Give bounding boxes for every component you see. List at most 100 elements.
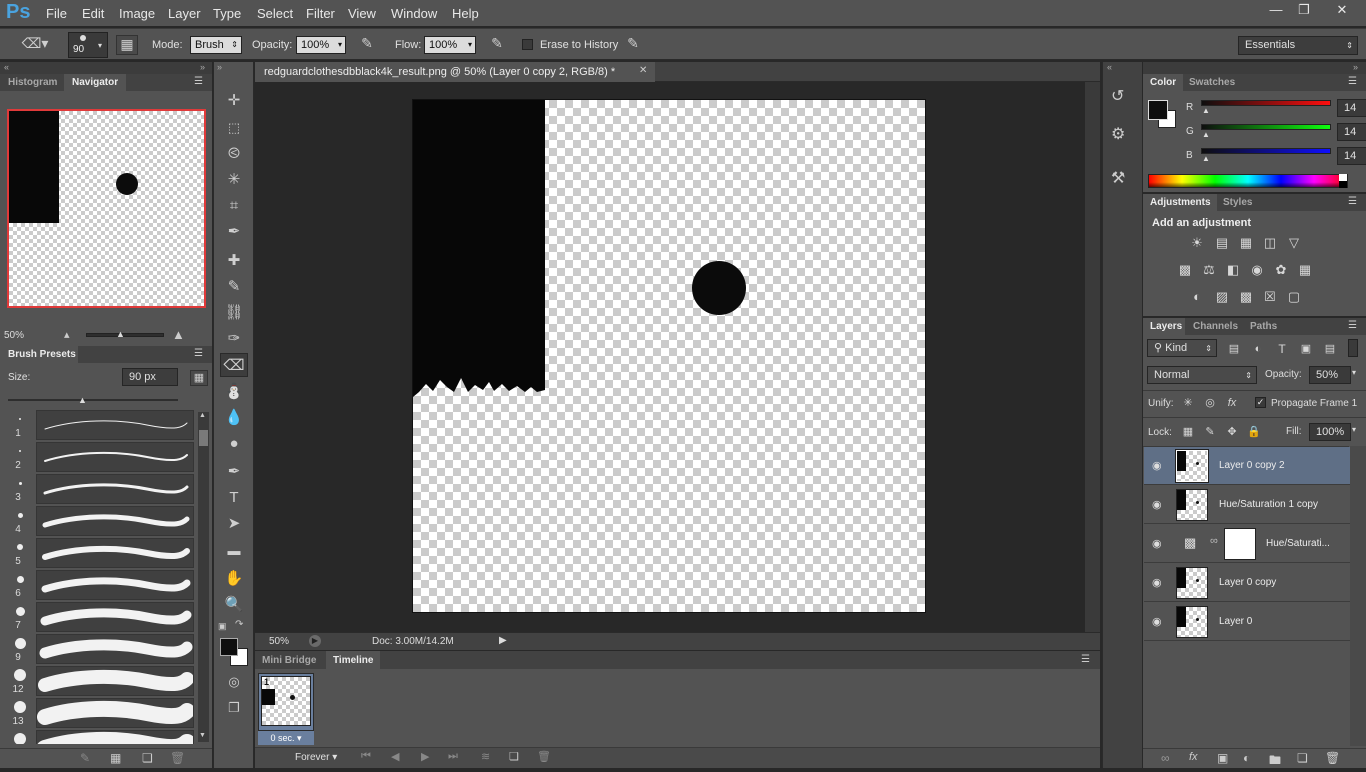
color-balance-icon[interactable]: ⚖: [1200, 262, 1218, 278]
spectrum-black-swatch[interactable]: [1339, 181, 1347, 188]
status-info-icon[interactable]: ▶: [309, 635, 321, 647]
filter-smart-object-icon[interactable]: ▤: [1321, 341, 1339, 357]
rectangle-tool-icon[interactable]: ▬: [220, 539, 248, 563]
brush-tool-icon[interactable]: ✎: [220, 275, 248, 299]
tab-paths[interactable]: Paths: [1250, 321, 1277, 332]
filter-toggle[interactable]: [1348, 339, 1358, 357]
brush-preset-item[interactable]: 3: [8, 474, 196, 506]
delete-layer-icon[interactable]: 🗑: [1325, 751, 1340, 765]
tab-timeline[interactable]: Timeline: [333, 655, 373, 666]
g-slider[interactable]: [1201, 124, 1331, 130]
path-select-tool-icon[interactable]: ➤: [220, 512, 248, 536]
unify-position-icon[interactable]: ✳: [1179, 395, 1197, 411]
status-menu-icon[interactable]: ▶: [499, 635, 507, 646]
visibility-eye-icon[interactable]: ◉: [1152, 498, 1164, 511]
tween-icon[interactable]: ≋: [481, 750, 490, 763]
filter-adjustment-icon[interactable]: ◐: [1249, 341, 1267, 357]
tab-navigator[interactable]: Navigator: [72, 77, 118, 88]
unify-style-icon[interactable]: fx: [1223, 395, 1241, 411]
screen-mode-icon[interactable]: ❐: [220, 696, 248, 720]
g-input[interactable]: 14: [1337, 123, 1366, 141]
slider-handle-icon[interactable]: ▲: [78, 395, 87, 405]
history-panel-icon[interactable]: ↺: [1111, 86, 1124, 106]
healing-brush-tool-icon[interactable]: ✚: [220, 249, 248, 273]
collapse-icon[interactable]: «: [4, 62, 9, 72]
visibility-eye-icon[interactable]: ◉: [1152, 459, 1164, 472]
r-slider[interactable]: [1201, 100, 1331, 106]
b-slider[interactable]: [1201, 148, 1331, 154]
first-frame-icon[interactable]: ⏮: [361, 750, 371, 763]
zoom-tool-icon[interactable]: 🔍: [220, 593, 248, 617]
brush-settings-icon[interactable]: ▦: [190, 370, 208, 386]
blur-tool-icon[interactable]: 💧: [220, 406, 248, 430]
foreground-color-swatch[interactable]: [220, 638, 238, 656]
exposure-icon[interactable]: ◫: [1261, 235, 1279, 251]
photo-filter-icon[interactable]: ◉: [1248, 262, 1266, 278]
pressure-opacity-icon[interactable]: ✎: [356, 35, 378, 52]
tab-mini-bridge[interactable]: Mini Bridge: [262, 655, 316, 666]
eraser-tool-preset-icon[interactable]: ⌫▾: [20, 35, 50, 52]
spectrum-white-swatch[interactable]: [1339, 174, 1347, 181]
tab-brush-presets[interactable]: Brush Presets: [8, 349, 76, 360]
add-mask-icon[interactable]: ▣: [1217, 751, 1228, 765]
menu-type[interactable]: Type: [213, 6, 241, 21]
brush-preset-item[interactable]: 7: [8, 602, 196, 634]
curves-icon[interactable]: ▦: [1237, 235, 1255, 251]
zoom-in-icon[interactable]: ▲: [172, 327, 185, 342]
dodge-tool-icon[interactable]: ●: [220, 432, 248, 456]
document-tab[interactable]: redguardclothesdbblack4k_result.png @ 50…: [255, 62, 655, 82]
erase-history-checkbox[interactable]: [522, 39, 533, 50]
brush-preset-item[interactable]: 2: [8, 442, 196, 474]
delete-frame-icon[interactable]: 🗑: [537, 750, 551, 763]
brush-size-input[interactable]: 90 px: [122, 368, 178, 386]
menu-edit[interactable]: Edit: [82, 6, 104, 21]
layer-style-icon[interactable]: fx: [1189, 751, 1198, 763]
unify-visibility-icon[interactable]: ◎: [1201, 395, 1219, 411]
menu-view[interactable]: View: [348, 6, 376, 21]
tab-adjustments[interactable]: Adjustments: [1150, 197, 1211, 208]
chain-link-icon[interactable]: ∞: [1210, 535, 1218, 547]
restore-button[interactable]: ❐: [1292, 3, 1316, 19]
fill-input[interactable]: 100%: [1309, 423, 1351, 441]
visibility-eye-icon[interactable]: ◉: [1152, 576, 1164, 589]
brush-size-slider[interactable]: [8, 399, 178, 401]
prev-frame-icon[interactable]: ◀: [391, 750, 399, 763]
panel-menu-icon[interactable]: ☰: [1081, 654, 1090, 665]
brush-preset-item[interactable]: 13: [8, 698, 196, 730]
slider-handle-icon[interactable]: ▲: [116, 329, 125, 339]
type-tool-icon[interactable]: T: [220, 486, 248, 510]
timeline-frame[interactable]: 1: [258, 673, 314, 731]
color-fg-swatch[interactable]: [1148, 100, 1168, 120]
visibility-eye-icon[interactable]: ◉: [1152, 537, 1164, 550]
move-tool-icon[interactable]: ✛: [220, 89, 248, 113]
layer-opacity-input[interactable]: 50%: [1309, 366, 1351, 384]
layer-row-1[interactable]: ◉ Hue/Saturation 1 copy: [1144, 486, 1350, 524]
brush-preset-item[interactable]: 9: [8, 634, 196, 666]
lock-transparent-icon[interactable]: ▦: [1179, 424, 1197, 440]
brush-panel-toggle-icon[interactable]: ▦: [116, 35, 138, 55]
brush-grid-icon[interactable]: ▦: [110, 751, 121, 765]
new-adjustment-icon[interactable]: ◐: [1243, 751, 1250, 765]
default-colors-icon[interactable]: ▣: [218, 621, 227, 632]
visibility-eye-icon[interactable]: ◉: [1152, 615, 1164, 628]
gradient-map-icon[interactable]: ▢: [1285, 289, 1303, 305]
panel-menu-icon[interactable]: ☰: [194, 76, 203, 87]
slider-handle-icon[interactable]: ▲: [1202, 106, 1210, 115]
frame-delay[interactable]: 0 sec. ▾: [258, 731, 314, 745]
lock-all-icon[interactable]: 🔒: [1245, 424, 1263, 440]
brightness-contrast-icon[interactable]: ☀: [1188, 235, 1206, 251]
canvas-image[interactable]: [413, 100, 925, 612]
pen-tool-icon[interactable]: ✒: [220, 460, 248, 484]
menu-layer[interactable]: Layer: [168, 6, 201, 21]
trash-icon[interactable]: 🗑: [170, 751, 185, 765]
close-button[interactable]: ✕: [1326, 3, 1358, 19]
panel-menu-icon[interactable]: ☰: [1348, 76, 1357, 87]
eyedropper-tool-icon[interactable]: ✒: [220, 220, 248, 244]
tab-styles[interactable]: Styles: [1223, 197, 1252, 208]
layer-mask-thumbnail[interactable]: [1224, 528, 1256, 560]
brush-preset-item[interactable]: 6: [8, 570, 196, 602]
actions-panel-icon[interactable]: ⚙: [1111, 124, 1125, 144]
layer-row-0[interactable]: ◉ Layer 0 copy 2: [1144, 447, 1350, 485]
crop-tool-icon[interactable]: ⌗: [220, 194, 248, 218]
paint-bucket-tool-icon[interactable]: ⛄: [220, 380, 248, 404]
